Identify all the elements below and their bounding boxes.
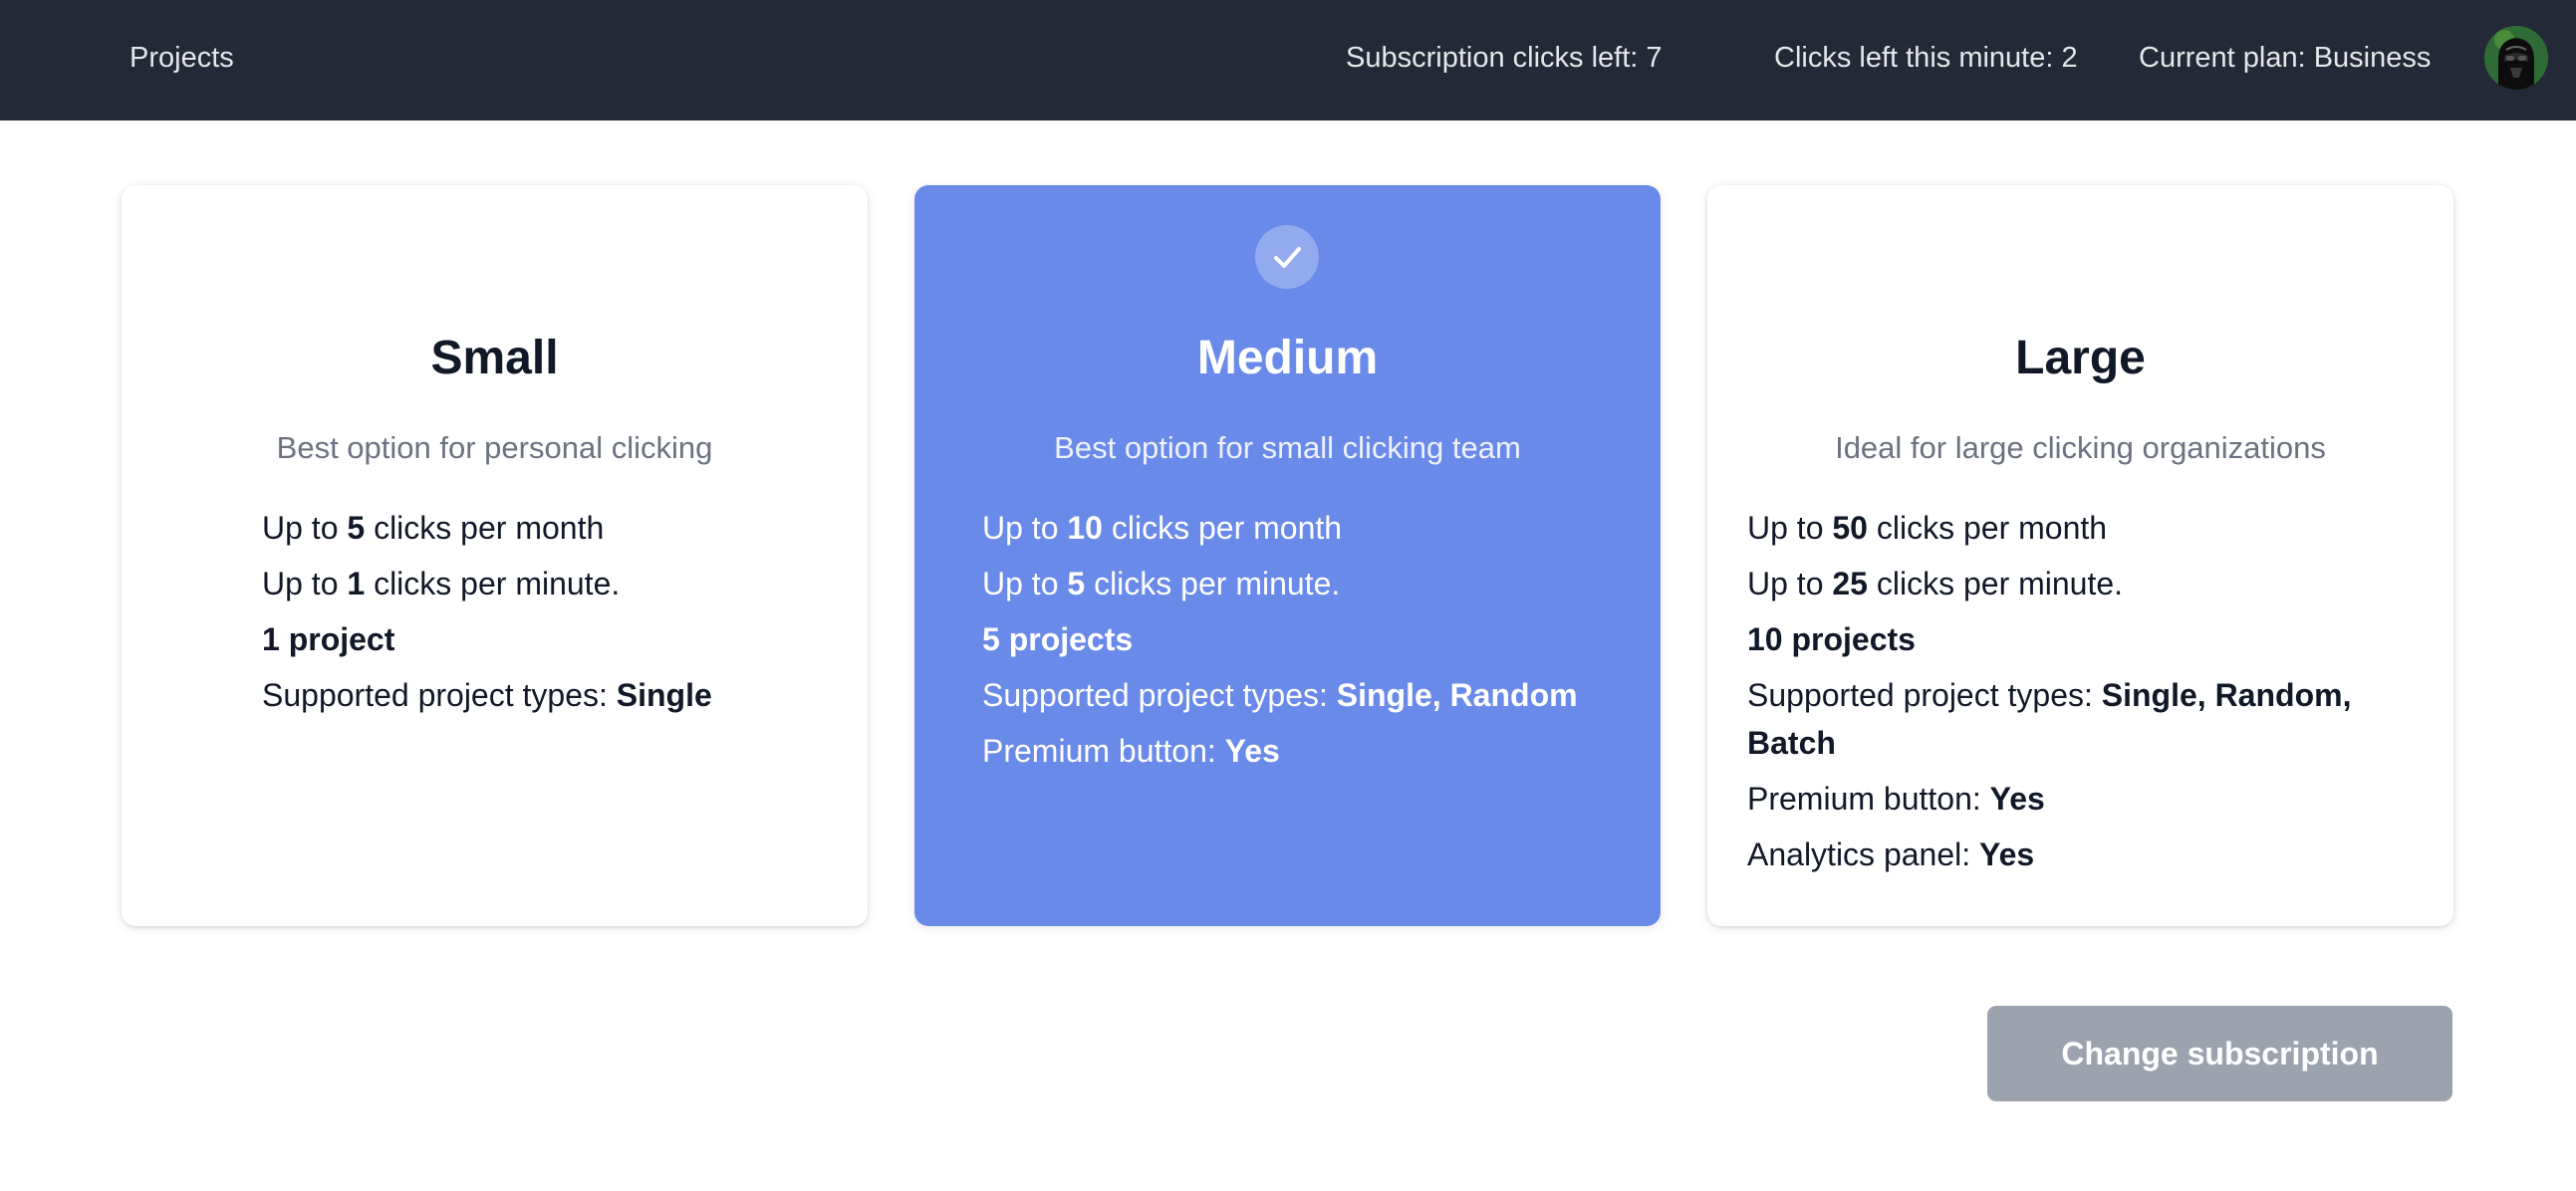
subscription-clicks-counter: Subscription clicks left: 7 — [1346, 42, 1663, 74]
plan-title: Large — [2015, 332, 2146, 384]
feature-value: 5 — [1067, 566, 1086, 601]
plan-feature-item: 5 projects — [982, 615, 1578, 663]
plan-features-list: Up to 5 clicks per month Up to 1 clicks p… — [262, 504, 712, 727]
selected-check-badge — [1255, 225, 1319, 289]
feature-value: Yes — [1989, 781, 2045, 817]
plan-card-medium[interactable]: Medium Best option for small clicking te… — [914, 185, 1661, 926]
feature-value: 5 — [347, 510, 366, 546]
feature-text: Up to — [1747, 566, 1833, 601]
plan-card-large[interactable]: Large Ideal for large clicking organizat… — [1707, 185, 2453, 926]
feature-text: Up to — [1747, 510, 1833, 546]
nav-projects-link[interactable]: Projects — [129, 0, 234, 120]
feature-text: Analytics panel: — [1747, 836, 1980, 872]
plan-feature-item: Premium button: Yes — [982, 727, 1578, 775]
feature-text: Premium button: — [982, 733, 1225, 769]
checkmark-icon — [1274, 247, 1301, 268]
feature-value: Yes — [1224, 733, 1280, 769]
plan-title: Small — [430, 332, 559, 384]
feature-value: 1 — [347, 566, 366, 601]
plan-feature-item: Supported project types: Single, Random — [982, 671, 1578, 719]
plan-description: Ideal for large clicking organizations — [1835, 430, 2326, 465]
feature-text: clicks per minute. — [1867, 566, 2124, 601]
top-navbar: Projects Subscription clicks left: 7 Cli… — [0, 0, 2576, 120]
feature-value: 10 — [1067, 510, 1103, 546]
plan-card-small[interactable]: Small Best option for personal clicking … — [122, 185, 868, 926]
plan-title: Medium — [1196, 332, 1379, 384]
plan-feature-item: Analytics panel: Yes — [1747, 831, 2405, 878]
feature-text: clicks per month — [365, 510, 605, 546]
change-subscription-button[interactable]: Change subscription — [1987, 1006, 2452, 1101]
user-avatar[interactable] — [2484, 26, 2548, 90]
feature-value: 50 — [1832, 510, 1868, 546]
feature-text: Supported project types: — [982, 677, 1337, 713]
feature-value: Single, Random — [1336, 677, 1578, 713]
plan-feature-item: Up to 5 clicks per minute. — [982, 560, 1578, 607]
feature-text: Supported project types: — [1747, 677, 2102, 713]
plan-feature-item: 1 project — [262, 615, 712, 663]
feature-text: Supported project types: — [262, 677, 617, 713]
plan-feature-item: Up to 50 clicks per month — [1747, 504, 2405, 552]
feature-value: Yes — [1979, 836, 2035, 872]
feature-text: Up to — [982, 510, 1068, 546]
feature-value: 10 projects — [1747, 621, 1916, 657]
feature-text: clicks per month — [1102, 510, 1343, 546]
feature-value: 1 project — [262, 621, 395, 657]
feature-value: 25 — [1832, 566, 1868, 601]
plan-description: Best option for personal clicking — [276, 430, 713, 465]
plan-feature-item: Premium button: Yes — [1747, 775, 2405, 823]
feature-text: clicks per minute. — [365, 566, 621, 601]
plan-feature-item: Up to 10 clicks per month — [982, 504, 1578, 552]
plan-feature-item: 10 projects — [1747, 615, 2405, 663]
current-plan-label: Current plan: Business — [2139, 42, 2432, 74]
plan-feature-item: Supported project types: Single — [262, 671, 712, 719]
plan-feature-item: Supported project types: Single, Random,… — [1747, 671, 2405, 767]
feature-value: Single — [616, 677, 712, 713]
feature-text: Up to — [982, 566, 1068, 601]
feature-text: Up to — [262, 566, 348, 601]
feature-value: 5 projects — [982, 621, 1134, 657]
plan-description: Best option for small clicking team — [1054, 430, 1521, 465]
feature-text: Premium button: — [1747, 781, 1990, 817]
plan-features-list: Up to 50 clicks per month Up to 25 clicks… — [1747, 504, 2405, 886]
feature-text: Up to — [262, 510, 348, 546]
plan-feature-item: Up to 1 clicks per minute. — [262, 560, 712, 607]
feature-text: clicks per month — [1867, 510, 2108, 546]
avatar-icon — [2484, 26, 2548, 90]
plan-features-list: Up to 10 clicks per month Up to 5 clicks … — [982, 504, 1578, 783]
feature-text: clicks per minute. — [1085, 566, 1341, 601]
plan-feature-item: Up to 25 clicks per minute. — [1747, 560, 2405, 607]
plan-feature-item: Up to 5 clicks per month — [262, 504, 712, 552]
minute-clicks-counter: Clicks left this minute: 2 — [1774, 42, 2078, 74]
